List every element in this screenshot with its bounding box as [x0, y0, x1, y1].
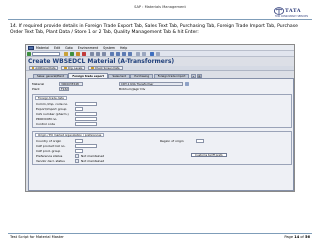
- foreign-trade-data-group: Foreign trade data Comm./imp. code no. E…: [32, 94, 292, 128]
- material-info-icon[interactable]: [185, 81, 189, 86]
- save-icon[interactable]: [64, 52, 68, 56]
- menu-system[interactable]: System: [103, 46, 115, 50]
- org-levels-label: Org. Levels: [67, 66, 83, 70]
- preference-status-value: Not maintained: [81, 154, 105, 158]
- vendor-decl-status-value: Not maintained: [81, 159, 105, 163]
- help-icon[interactable]: [150, 52, 154, 56]
- check-screen-data-button[interactable]: Check Screen Data: [88, 66, 123, 70]
- vendor-decl-status-code: [75, 158, 79, 163]
- cap-prod-group-input[interactable]: [75, 148, 83, 153]
- document-title: SAP : Materials Management: [134, 5, 186, 9]
- plant-field: F132: [59, 86, 69, 91]
- preference-status-code: [75, 153, 79, 158]
- cap-product-list-label: CAP product list no.: [36, 144, 66, 148]
- sap-screenshot: Material Edit Goto Environment System He…: [25, 44, 295, 192]
- origin-group-title: Origin / EU market organization / prefer…: [35, 133, 105, 137]
- screen-title: Create WBSEDCL Material (A-Transformers): [28, 58, 175, 65]
- page-prefix: Page: [284, 235, 294, 239]
- additional-data-label: Additional Data: [35, 66, 56, 70]
- step-text: If required provide details in Foreign T…: [10, 24, 298, 36]
- check-screen-data-icon: [91, 66, 94, 70]
- cap-product-list-input[interactable]: [75, 143, 97, 148]
- control-code-input[interactable]: [75, 121, 97, 126]
- application-toolbar: Additional Data Org. Levels Check Screen…: [26, 66, 294, 71]
- preference-status-label: Preference status: [36, 154, 63, 158]
- document-page: SAP : Materials Management TATA TATA CON…: [0, 0, 320, 247]
- footer-document-name: Test Script for Material Master: [10, 235, 64, 239]
- sap-window-icon[interactable]: [28, 45, 34, 50]
- page-total: 56: [304, 235, 310, 239]
- check-screen-data-label: Check Screen Data: [94, 66, 120, 70]
- foreign-trade-data-title: Foreign trade data: [35, 96, 67, 100]
- region-of-origin-label: Region of origin: [160, 139, 184, 143]
- instruction-step: 14. If required provide details in Forei…: [10, 24, 310, 36]
- back-icon[interactable]: [70, 52, 74, 56]
- origin-group: Origin / EU market organization / prefer…: [32, 131, 292, 165]
- customs-tariff-prefs-button[interactable]: Customs tariff prefs: [191, 153, 227, 158]
- control-code-label: Control code: [36, 122, 56, 126]
- additional-data-button[interactable]: Additional Data: [29, 66, 59, 70]
- vendor-decl-status-label: Vendor decl. status: [36, 159, 65, 163]
- footer-page-number: Page 14 of 56: [284, 235, 310, 239]
- footer-divider: [8, 233, 312, 234]
- material-label: Material: [32, 82, 45, 86]
- exit-icon[interactable]: [76, 52, 80, 56]
- plant-description: Birbhum/Jagir Div: [119, 87, 146, 91]
- menu-material[interactable]: Material: [36, 46, 49, 50]
- cas-number-input[interactable]: [75, 111, 97, 116]
- shortcut-icon[interactable]: [142, 52, 146, 56]
- enter-icon[interactable]: [27, 52, 31, 56]
- logo-wordmark: TATA: [285, 8, 301, 14]
- header-divider: [8, 19, 312, 20]
- page-of: of: [300, 235, 304, 239]
- print-icon[interactable]: [90, 52, 94, 56]
- next-page-icon[interactable]: [122, 52, 126, 56]
- layout-menu-icon[interactable]: [156, 52, 160, 56]
- logo-tagline: TATA CONSULTANCY SERVICES: [275, 15, 309, 18]
- menu-goto[interactable]: Goto: [65, 46, 73, 50]
- prodcom-no-label: PRODCOM no.: [36, 117, 58, 121]
- export-import-group-label: Export/import group: [36, 107, 67, 111]
- logo-mark-icon: [274, 7, 284, 15]
- page-current: 14: [294, 235, 300, 239]
- material-description-field: CDT-1 KVA Transformer: [119, 81, 183, 86]
- step-number: 14.: [10, 24, 18, 29]
- org-levels-button[interactable]: Org. Levels: [61, 66, 86, 70]
- region-of-origin-input[interactable]: [196, 138, 204, 143]
- export-import-group-input[interactable]: [75, 106, 83, 111]
- cap-prod-group-label: CAP prod. group: [36, 149, 61, 153]
- first-page-icon[interactable]: [110, 52, 114, 56]
- tab-panel-foreign-trade-export: Material 3000035548 CDT-1 KVA Transforme…: [28, 78, 294, 191]
- additional-data-icon: [32, 66, 35, 70]
- last-page-icon[interactable]: [128, 52, 132, 56]
- menu-edit[interactable]: Edit: [54, 46, 60, 50]
- find-icon[interactable]: [96, 52, 100, 56]
- find-next-icon[interactable]: [102, 52, 106, 56]
- company-logo: TATA TATA CONSULTANCY SERVICES: [274, 6, 314, 20]
- menu-environment[interactable]: Environment: [78, 46, 98, 50]
- comm-imp-code-input[interactable]: [75, 101, 97, 106]
- previous-page-icon[interactable]: [116, 52, 120, 56]
- prodcom-no-input[interactable]: [75, 116, 97, 121]
- cas-number-label: CAS number (pharm.): [36, 112, 69, 116]
- new-session-icon[interactable]: [136, 52, 140, 56]
- menu-help[interactable]: Help: [120, 46, 127, 50]
- cancel-icon[interactable]: [82, 52, 86, 56]
- command-field[interactable]: [32, 52, 60, 56]
- comm-imp-code-label: Comm./imp. code no.: [36, 102, 69, 106]
- material-field: 3000035548: [59, 81, 83, 86]
- sap-standard-toolbar: [26, 51, 294, 57]
- country-of-origin-input[interactable]: [75, 138, 83, 143]
- org-levels-icon: [64, 66, 67, 70]
- plant-label: Plant: [32, 87, 40, 91]
- country-of-origin-label: Country of origin: [36, 139, 62, 143]
